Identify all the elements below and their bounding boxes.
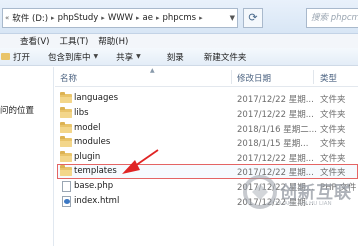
watermark-subtext: CHUANG XIN HU LIAN <box>272 201 332 207</box>
annotation-arrow-head <box>122 160 140 174</box>
watermark-text: 创新互联 <box>280 183 352 203</box>
